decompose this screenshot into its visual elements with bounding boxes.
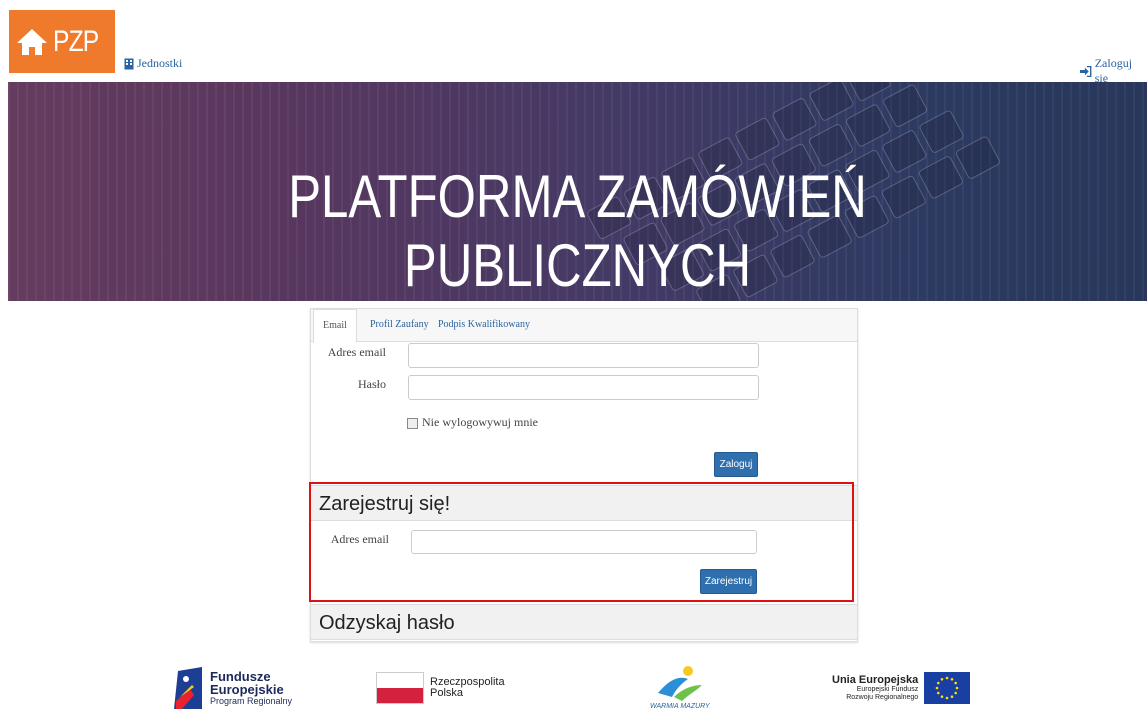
eu-line2: Europejski Fundusz [856, 686, 919, 693]
eu-flag-icon [924, 672, 971, 704]
recover-password-heading[interactable]: Odzyskaj hasło [311, 604, 857, 640]
fundusze-europejskie-icon [174, 667, 202, 709]
logo-text: PZP [53, 24, 99, 58]
home-logo-button[interactable]: PZP [9, 10, 115, 73]
tab-podpis-kwalifikowany[interactable]: Podpis Kwalifikowany [429, 309, 539, 341]
top-navbar: PZP Jednostki Zaloguj się [0, 0, 1147, 85]
sign-in-icon [1080, 65, 1092, 77]
login-tabs: Email Profil Zaufany Podpis Kwalifikowan… [311, 309, 857, 343]
register-email-input[interactable] [411, 530, 757, 554]
remember-label: Nie wylogowywuj mnie [422, 415, 538, 429]
register-button[interactable]: Zarejestruj [700, 569, 757, 594]
home-icon [17, 28, 48, 55]
footer-eu-logo: Unia Europejska Europejski Fundusz Rozwo… [832, 663, 971, 713]
login-button[interactable]: Zaloguj [714, 452, 758, 477]
rp-line2: Polska [430, 687, 464, 699]
eu-line1: Unia Europejska [832, 674, 919, 686]
register-email-label: Adres email [330, 532, 389, 546]
warmia-mazury-icon [657, 666, 702, 701]
tab-email[interactable]: Email [313, 309, 357, 343]
tab-profil-zaufany[interactable]: Profil Zaufany [361, 309, 438, 341]
password-label: Hasło [358, 377, 386, 391]
warmia-text: WARMIA MAZURY [650, 703, 710, 710]
register-heading: Zarejestruj się! [311, 485, 857, 521]
footer-warmia-logo: WARMIA MAZURY [650, 663, 710, 713]
email-input[interactable] [408, 343, 759, 368]
nav-units-link[interactable]: Jednostki [124, 56, 182, 71]
footer-rp-logo: Rzeczpospolita Polska [376, 663, 505, 713]
fe-line3: Program Regionalny [210, 696, 293, 706]
building-icon [124, 58, 134, 69]
hero-banner: PLATFORMA ZAMÓWIEŃ PUBLICZNYCH [8, 82, 1147, 301]
footer-fundusze-logo: Fundusze Europejskie Program Regionalny [174, 663, 292, 713]
password-input[interactable] [408, 375, 759, 400]
fe-line2: Europejskie [210, 682, 284, 697]
email-label: Adres email [327, 345, 386, 359]
polish-flag-icon [376, 672, 424, 704]
hero-title: PLATFORMA ZAMÓWIEŃ PUBLICZNYCH [288, 163, 867, 299]
remember-checkbox[interactable] [407, 418, 418, 429]
eu-line3: Rozwoju Regionalnego [846, 694, 919, 701]
login-panel: Email Profil Zaufany Podpis Kwalifikowan… [310, 308, 858, 642]
nav-units-label: Jednostki [137, 56, 183, 70]
